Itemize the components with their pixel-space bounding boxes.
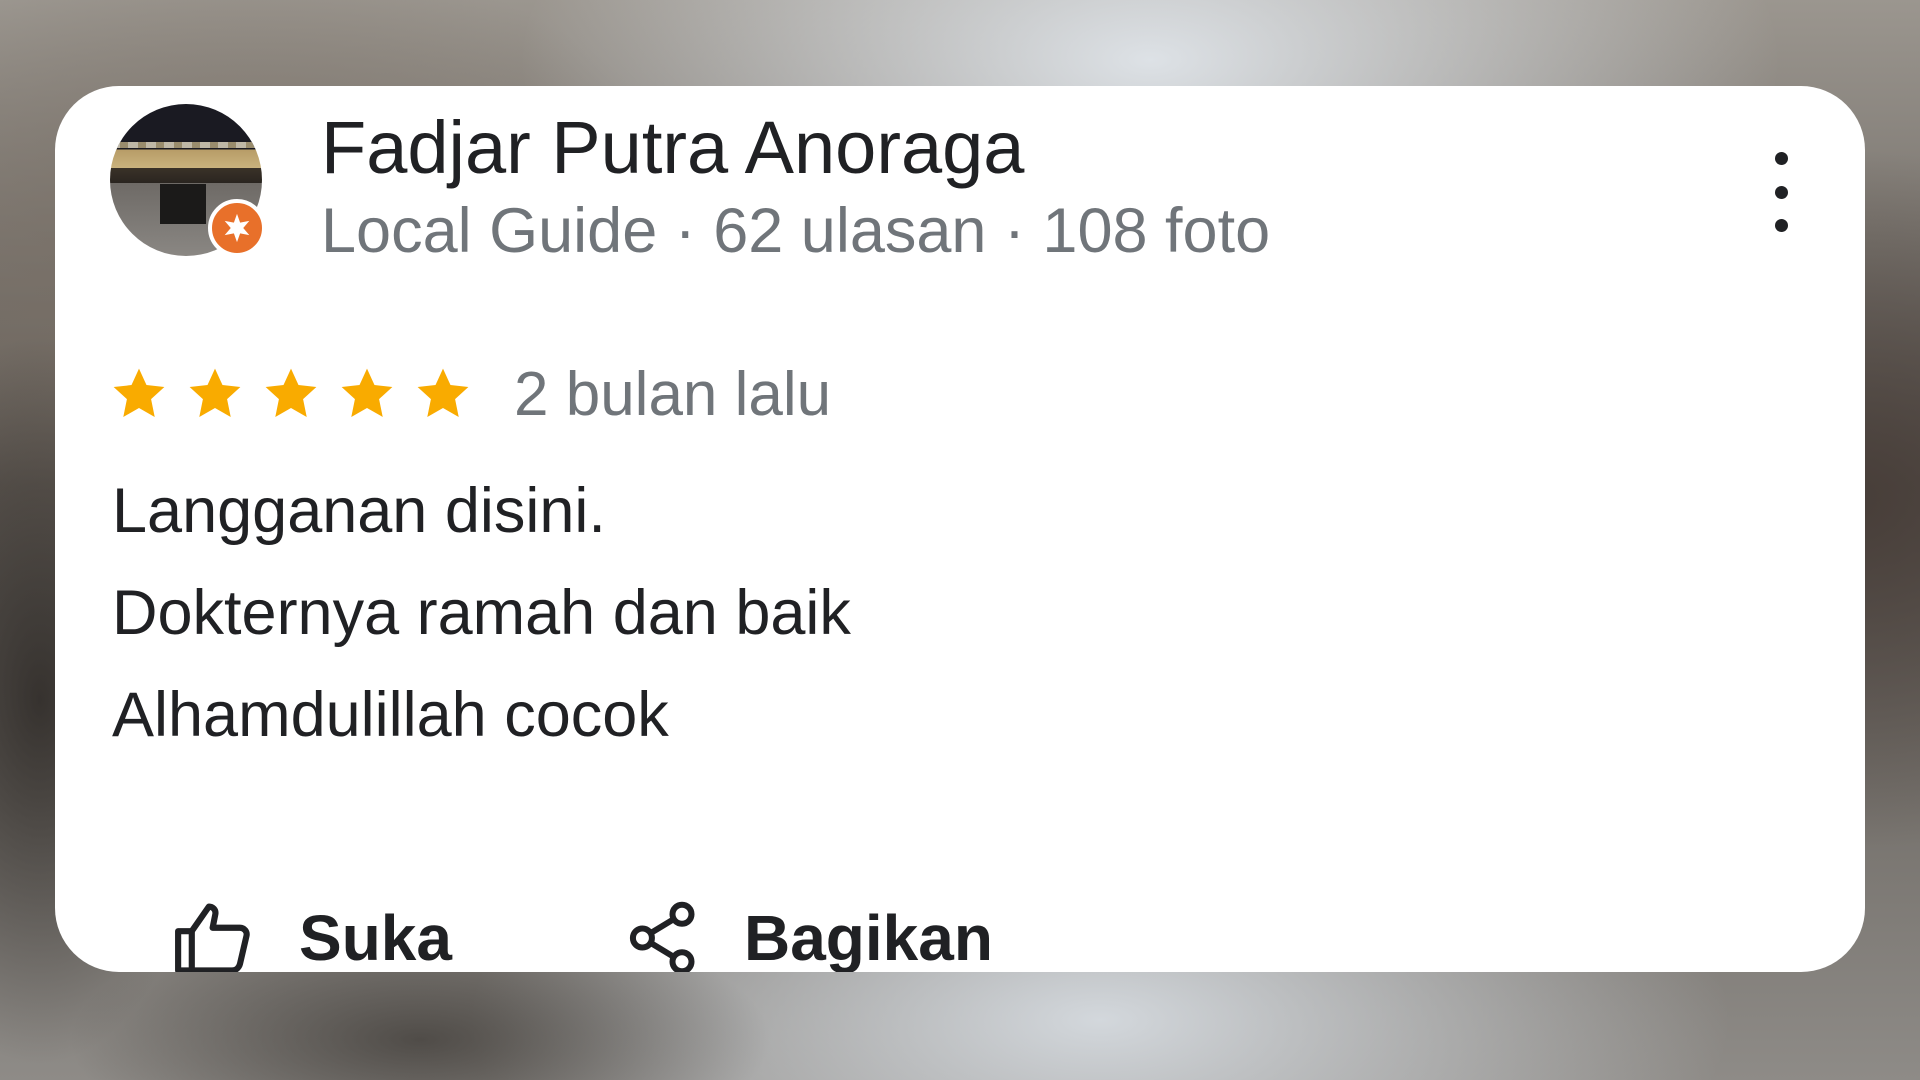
star-icon — [265, 368, 317, 417]
share-label: Bagikan — [743, 902, 993, 972]
star-icon — [189, 368, 241, 417]
review-text-line: Dokternya ramah dan baik — [112, 578, 851, 648]
rating-row: 2 bulan lalu — [110, 344, 831, 444]
review-card: Fadjar Putra Anoraga Local Guide · 62 ul… — [55, 86, 1865, 972]
like-label: Suka — [299, 902, 452, 972]
reviewer-avatar[interactable] — [110, 104, 266, 257]
review-text-line: Alhamdulillah cocok — [112, 680, 669, 750]
review-date: 2 bulan lalu — [514, 359, 832, 429]
like-button[interactable]: Suka — [173, 900, 452, 972]
share-button[interactable]: Bagikan — [628, 900, 993, 972]
reviewer-meta: Local Guide · 62 ulasan · 108 foto — [321, 196, 1271, 266]
more-vert-icon — [1774, 152, 1788, 165]
badge-star-icon — [224, 213, 250, 243]
more-options-button[interactable] — [1761, 152, 1801, 232]
review-actions: Suka Bagikan — [173, 888, 993, 972]
reviewer-name[interactable]: Fadjar Putra Anoraga — [321, 98, 1024, 198]
star-icon — [341, 368, 393, 417]
thumb-up-icon — [175, 903, 250, 972]
review-text: Langganan disini. Dokternya ramah dan ba… — [112, 460, 851, 766]
star-icon — [113, 368, 165, 417]
local-guide-badge-icon — [208, 199, 266, 257]
review-text-line: Langganan disini. — [112, 476, 606, 546]
star-icon — [417, 368, 469, 417]
star-rating — [110, 365, 472, 423]
share-icon — [629, 901, 695, 972]
